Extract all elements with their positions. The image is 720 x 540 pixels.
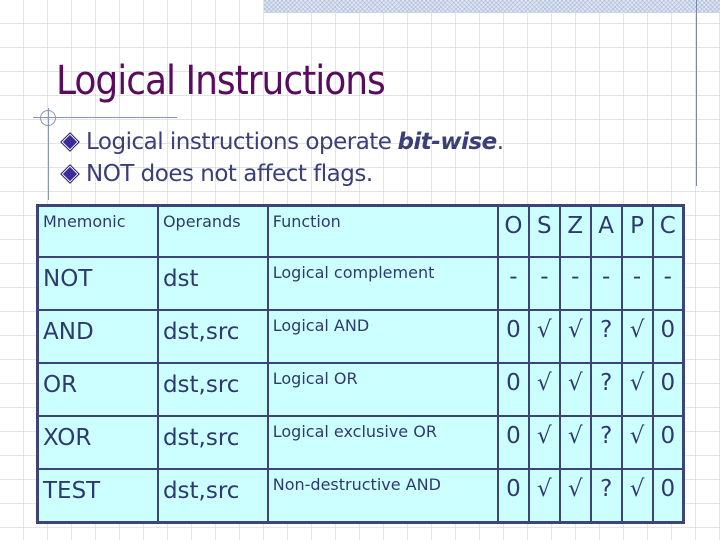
cell-operands: dst,src: [156, 308, 269, 364]
bullet-item: Logical instructions operate bit-wise.: [58, 126, 504, 158]
cell-flag-o: 0: [497, 361, 530, 418]
slide-title: Logical Instructions: [56, 58, 386, 104]
decorative-corner-circle-icon: [40, 110, 56, 126]
cell-flag-p: √: [620, 468, 654, 524]
cell-flag-a: -: [589, 255, 623, 311]
cell-flag-z: √: [558, 308, 592, 364]
cell-flag-a: ?: [589, 308, 623, 364]
cell-flag-p: √: [620, 308, 654, 364]
cell-flag-p: -: [620, 255, 654, 311]
bullet-text: NOT does not affect flags.: [86, 161, 373, 187]
cell-flag-a: ?: [589, 415, 623, 471]
cell-flag-p: √: [620, 361, 654, 418]
cell-flag-z: √: [558, 361, 592, 418]
cell-flag-z: √: [558, 415, 592, 471]
cell-flag-s: √: [527, 308, 561, 364]
cell-function: Non-destructive AND: [266, 468, 500, 524]
header-operands: Operands: [156, 204, 269, 258]
cell-flag-o: -: [497, 255, 530, 311]
header-flag-o: O: [497, 204, 530, 258]
cell-flag-s: √: [527, 361, 561, 418]
cell-flag-s: √: [527, 468, 561, 524]
header-flag-z: Z: [558, 204, 592, 258]
cell-function: Logical complement: [266, 255, 500, 311]
cell-flag-a: ?: [589, 468, 623, 524]
cell-flag-c: 0: [651, 361, 685, 418]
header-flag-p: P: [620, 204, 654, 258]
cell-flag-a: ?: [589, 361, 623, 418]
cell-flag-c: 0: [651, 308, 685, 364]
cell-flag-p: √: [620, 415, 654, 471]
cell-flag-z: -: [558, 255, 592, 311]
bullet-emphasis: bit-wise: [397, 129, 497, 155]
cell-operands: dst,src: [156, 468, 269, 524]
cell-mnemonic: OR: [36, 361, 159, 418]
cell-flag-z: √: [558, 468, 592, 524]
cell-flag-o: 0: [497, 308, 530, 364]
instruction-table: Mnemonic Operands Function O S Z A P C N…: [36, 204, 685, 524]
cell-flag-o: 0: [497, 468, 530, 524]
cell-flag-c: 0: [651, 468, 685, 524]
cell-mnemonic: XOR: [36, 415, 159, 471]
diamond-bullet-icon: [60, 164, 80, 184]
cell-operands: dst: [156, 255, 269, 311]
bullet-item: NOT does not affect flags.: [58, 158, 504, 190]
cell-operands: dst,src: [156, 415, 269, 471]
table-header-row: Mnemonic Operands Function O S Z A P C: [36, 204, 685, 258]
cell-mnemonic: AND: [36, 308, 159, 364]
table-row: OR dst,src Logical OR 0 √ √ ? √ 0: [36, 361, 685, 418]
decorative-right-rule: [696, 0, 697, 186]
cell-flag-c: -: [651, 255, 685, 311]
header-flag-s: S: [527, 204, 561, 258]
header-function: Function: [266, 204, 500, 258]
bullet-list: Logical instructions operate bit-wise. N…: [58, 126, 504, 190]
cell-mnemonic: TEST: [36, 468, 159, 524]
header-flag-a: A: [589, 204, 623, 258]
bullet-suffix: .: [496, 129, 504, 155]
table-row: NOT dst Logical complement - - - - - -: [36, 255, 685, 311]
cell-function: Logical exclusive OR: [266, 415, 500, 471]
table-row: TEST dst,src Non-destructive AND 0 √ √ ?…: [36, 468, 685, 524]
table-row: AND dst,src Logical AND 0 √ √ ? √ 0: [36, 308, 685, 364]
cell-operands: dst,src: [156, 361, 269, 418]
table-row: XOR dst,src Logical exclusive OR 0 √ √ ?…: [36, 415, 685, 471]
cell-flag-o: 0: [497, 415, 530, 471]
diamond-bullet-icon: [60, 132, 80, 152]
header-mnemonic: Mnemonic: [36, 204, 159, 258]
cell-function: Logical OR: [266, 361, 500, 418]
cell-mnemonic: NOT: [36, 255, 159, 311]
header-flag-c: C: [651, 204, 685, 258]
decorative-top-band: [264, 0, 720, 13]
cell-flag-c: 0: [651, 415, 685, 471]
cell-flag-s: -: [527, 255, 561, 311]
bullet-text: Logical instructions operate: [86, 129, 392, 155]
cell-function: Logical AND: [266, 308, 500, 364]
cell-flag-s: √: [527, 415, 561, 471]
